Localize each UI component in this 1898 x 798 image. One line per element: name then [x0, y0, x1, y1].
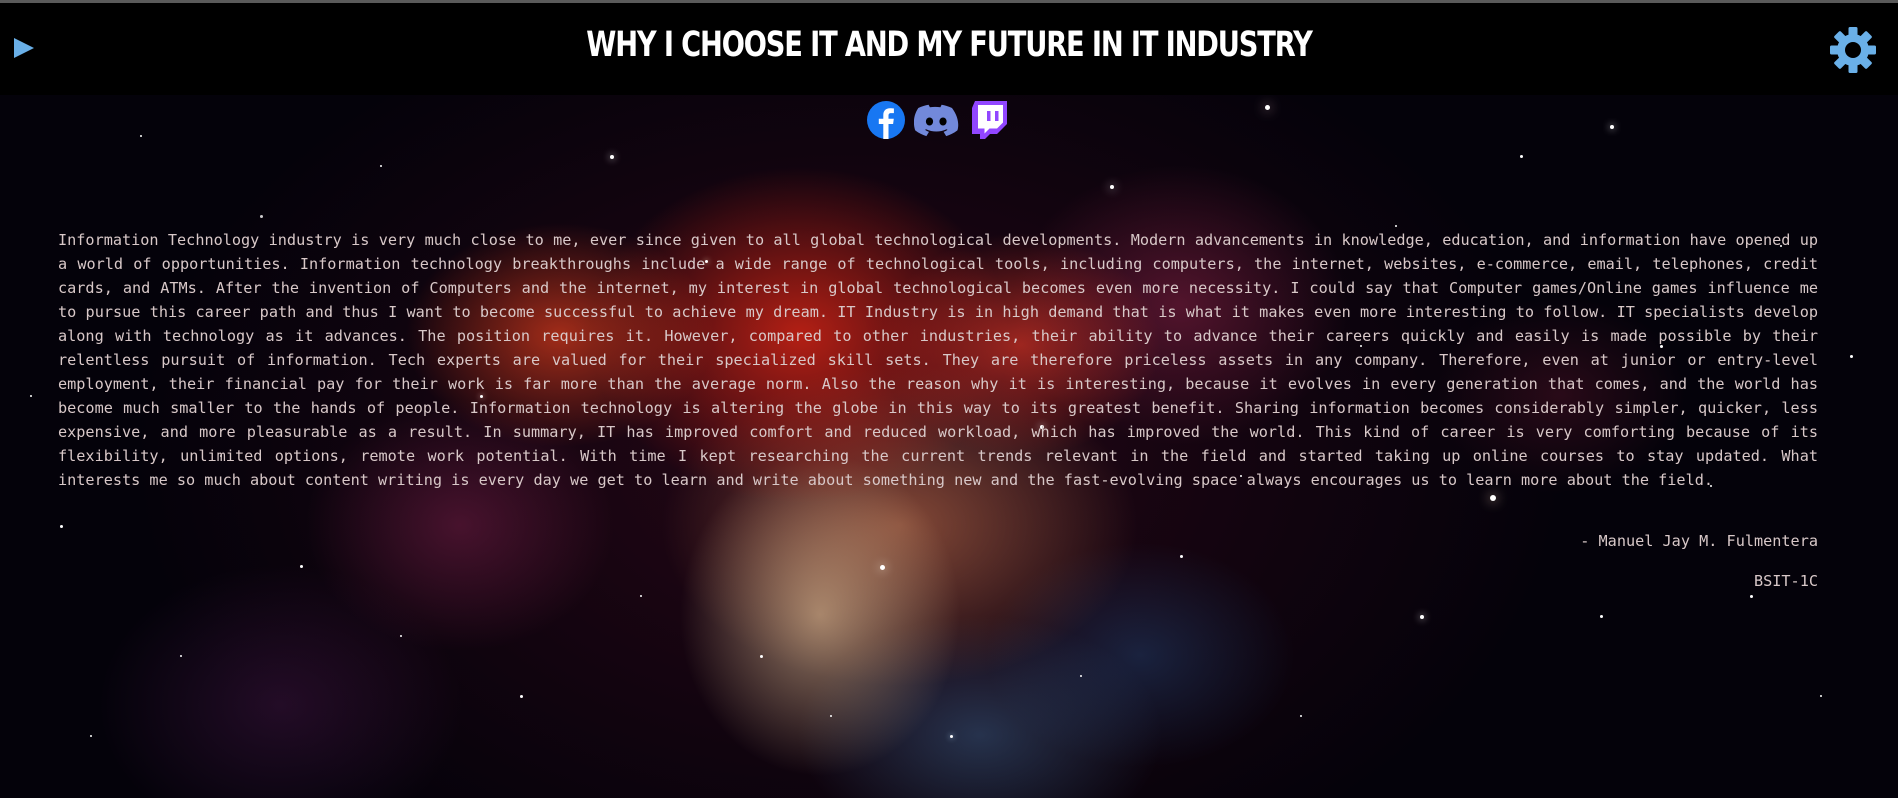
gear-icon: [1830, 27, 1876, 73]
author-section: BSIT-1C: [1753, 572, 1818, 590]
header-bar: WHY I CHOOSE IT AND MY FUTURE IN IT INDU…: [0, 3, 1898, 95]
page: WHY I CHOOSE IT AND MY FUTURE IN IT INDU…: [0, 0, 1898, 798]
page-title: WHY I CHOOSE IT AND MY FUTURE IN IT INDU…: [586, 25, 1313, 65]
discord-link[interactable]: [914, 100, 960, 140]
essay-paragraph: Information Technology industry is very …: [58, 231, 1818, 489]
facebook-icon: [867, 101, 905, 139]
twitch-icon: [972, 101, 1007, 139]
play-button[interactable]: [12, 34, 36, 62]
facebook-link[interactable]: [866, 100, 906, 140]
settings-button[interactable]: [1828, 25, 1878, 75]
author-signature: - Manuel Jay M. Fulmentera: [1580, 532, 1818, 550]
discord-icon: [914, 104, 959, 137]
play-icon: [14, 38, 34, 58]
twitch-link[interactable]: [970, 100, 1010, 140]
